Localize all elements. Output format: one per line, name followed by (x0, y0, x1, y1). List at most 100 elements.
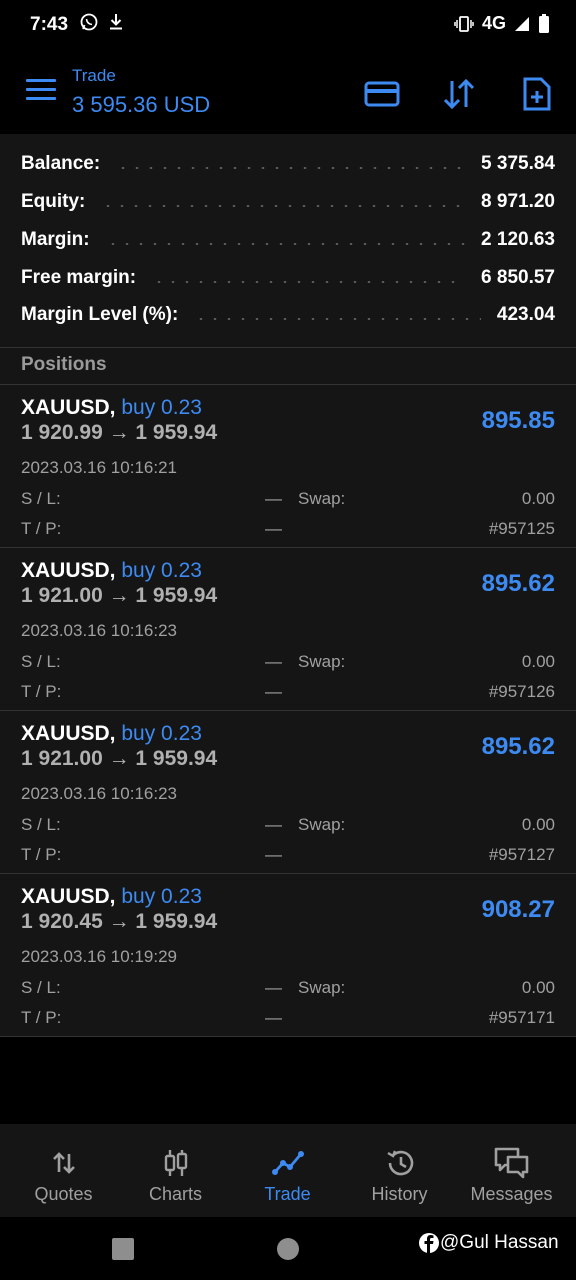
position-symbol: XAUUSD, (21, 885, 116, 908)
position-row[interactable]: XAUUSD, buy 0.23 1 921.00 → 1 959.94 895… (0, 548, 576, 711)
deposit-button[interactable] (362, 74, 402, 114)
sort-arrows-icon (443, 78, 475, 110)
trade-icon (271, 1151, 304, 1175)
status-time: 7:43 (30, 14, 69, 35)
position-profit: 895.85 (481, 407, 555, 434)
position-row[interactable]: XAUUSD, buy 0.23 1 920.99 → 1 959.94 895… (0, 385, 576, 548)
account-summary: Balance: 5 375.84 Equity: 8 971.20 Margin:… (0, 134, 576, 348)
swap-value: 0.00 (521, 815, 555, 834)
recents-button[interactable] (112, 1238, 134, 1260)
position-profit: 895.62 (481, 570, 555, 597)
tp-value: — (265, 1008, 282, 1027)
new-order-button[interactable] (517, 74, 557, 114)
swap-label: Swap: (298, 815, 346, 834)
sl-value: — (265, 652, 282, 671)
nav-quotes[interactable]: Quotes (6, 1124, 121, 1217)
position-symbol: XAUUSD, (21, 559, 116, 582)
position-prices: 1 920.45 → 1 959.94 (21, 910, 218, 933)
battery-icon (539, 13, 549, 33)
positions-header: Positions (0, 348, 576, 385)
charts-icon (164, 1150, 187, 1176)
swap-value: 0.00 (521, 489, 555, 508)
position-type: buy 0.23 (121, 559, 202, 582)
position-symbol: XAUUSD, (21, 396, 116, 419)
tp-label: T / P: (21, 682, 62, 701)
summary-row-balance: Balance: 5 375.84 (21, 153, 555, 174)
sort-button[interactable] (439, 74, 479, 114)
sl-value: — (265, 489, 282, 508)
sl-label: S / L: (21, 489, 61, 508)
nav-messages[interactable]: Messages (454, 1124, 569, 1217)
position-prices: 1 921.00 → 1 959.94 (21, 584, 218, 607)
vibrate-icon (454, 15, 474, 32)
ticket-number: #957127 (488, 845, 555, 864)
position-type: buy 0.23 (121, 396, 202, 419)
quotes-icon (52, 1152, 75, 1174)
watermark: @Gul Hassan (418, 1232, 559, 1254)
nav-trade[interactable]: Trade (230, 1124, 345, 1217)
tp-value: — (265, 845, 282, 864)
nav-charts-label: Charts (148, 1184, 202, 1204)
sl-value: — (265, 978, 282, 997)
position-time: 2023.03.16 10:19:29 (21, 947, 177, 966)
summary-row-margin: Margin: 2 120.63 (21, 229, 555, 250)
tp-value: — (265, 519, 282, 538)
position-type: buy 0.23 (121, 722, 202, 745)
swap-label: Swap: (298, 652, 346, 671)
account-balance: 3 595.36 USD (72, 92, 211, 117)
signal-icon (515, 16, 529, 31)
network-type: 4G (481, 13, 506, 33)
new-document-icon (523, 77, 551, 111)
position-time: 2023.03.16 10:16:23 (21, 621, 177, 640)
nav-quotes-label: Quotes (34, 1184, 93, 1204)
tp-label: T / P: (21, 845, 62, 864)
positions-label: Positions (21, 354, 107, 375)
ticket-number: #957126 (488, 682, 555, 701)
tp-label: T / P: (21, 519, 62, 538)
ticket-number: #957125 (488, 519, 555, 538)
position-type: buy 0.23 (121, 885, 202, 908)
position-prices: 1 920.99 → 1 959.94 (21, 421, 218, 444)
position-profit: 895.62 (481, 733, 555, 760)
position-symbol: XAUUSD, (21, 722, 116, 745)
menu-button[interactable] (26, 79, 56, 103)
history-icon (386, 1150, 413, 1176)
whatsapp-icon (80, 13, 98, 31)
home-button[interactable] (277, 1238, 299, 1260)
nav-trade-label: Trade (264, 1184, 311, 1204)
sl-value: — (265, 815, 282, 834)
swap-value: 0.00 (521, 652, 555, 671)
credit-card-icon (364, 81, 400, 107)
sl-label: S / L: (21, 815, 61, 834)
facebook-icon (419, 1233, 439, 1253)
swap-value: 0.00 (521, 978, 555, 997)
messages-icon (494, 1147, 528, 1179)
nav-history-label: History (371, 1184, 428, 1204)
sl-label: S / L: (21, 652, 61, 671)
page-title: Trade (72, 66, 116, 85)
tp-value: — (265, 682, 282, 701)
status-bar: 7:43 4G (0, 0, 576, 50)
position-row[interactable]: XAUUSD, buy 0.23 1 921.00 → 1 959.94 895… (0, 711, 576, 874)
bottom-nav: Quotes Charts Trade History Messages (0, 1124, 576, 1217)
sl-label: S / L: (21, 978, 61, 997)
swap-label: Swap: (298, 978, 346, 997)
nav-history[interactable]: History (342, 1124, 457, 1217)
nav-charts[interactable]: Charts (118, 1124, 233, 1217)
summary-row-margin-level: Margin Level (%): 423.04 (21, 304, 555, 325)
nav-messages-label: Messages (470, 1184, 553, 1204)
position-time: 2023.03.16 10:16:23 (21, 784, 177, 803)
ticket-number: #957171 (488, 1008, 555, 1027)
download-icon (110, 14, 122, 30)
tp-label: T / P: (21, 1008, 62, 1027)
position-row[interactable]: XAUUSD, buy 0.23 1 920.45 → 1 959.94 908… (0, 874, 576, 1037)
position-profit: 908.27 (481, 896, 555, 923)
summary-row-free-margin: Free margin: 6 850.57 (21, 267, 555, 288)
summary-row-equity: Equity: 8 971.20 (21, 191, 555, 212)
app-header: Trade 3 595.36 USD (0, 50, 576, 134)
system-nav-bar: @Gul Hassan (0, 1217, 576, 1280)
menu-icon (26, 79, 56, 82)
position-time: 2023.03.16 10:16:21 (21, 458, 177, 477)
watermark-text: @Gul Hassan (440, 1232, 559, 1253)
position-prices: 1 921.00 → 1 959.94 (21, 747, 218, 770)
